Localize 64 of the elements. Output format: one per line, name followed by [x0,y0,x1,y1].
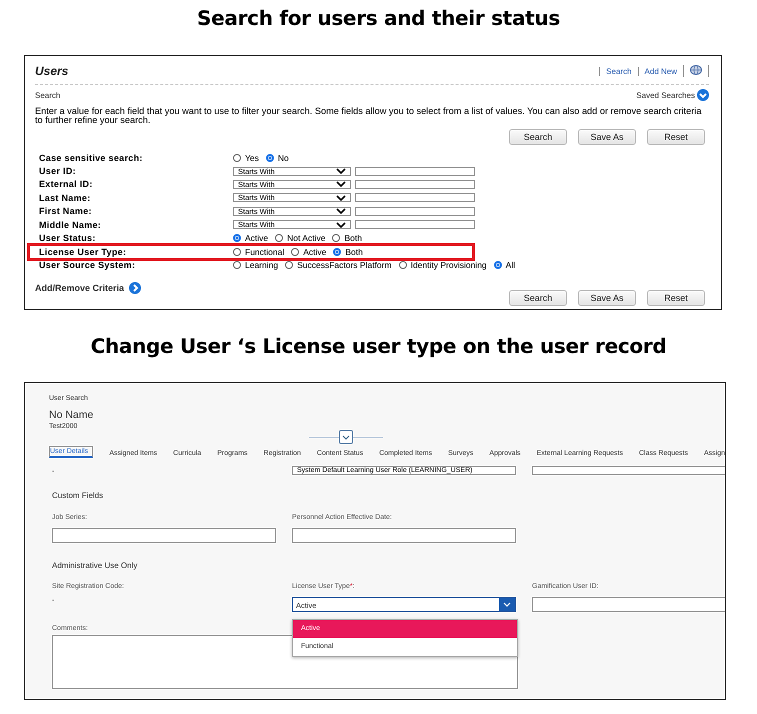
radio-button[interactable] [494,261,502,270]
criteria-label: User Status: [39,233,97,244]
section-title: Administrative Use Only [52,561,138,570]
option-label: Learning [245,260,278,270]
expand-button[interactable] [339,430,353,444]
chevron-icon [342,434,350,440]
radio-button[interactable] [233,261,241,270]
input-field[interactable] [355,206,475,216]
option-label: SuccessFactors Platform [297,260,392,270]
saved-searches-link[interactable]: Saved Searches [636,90,695,100]
criteria-label: External ID: [39,179,94,190]
radio-button[interactable] [266,154,274,162]
section-title: Custom Fields [52,491,104,500]
input-field[interactable] [52,528,276,543]
option-label: Functional [245,246,284,257]
action-button[interactable]: Reset [647,129,705,145]
user-name: No Name [49,409,94,421]
radio-button[interactable] [291,248,300,256]
input-field[interactable] [532,597,725,612]
option-label: All [506,260,516,270]
input-field[interactable] [355,166,475,176]
action-button[interactable]: Save As [578,290,636,306]
option-label: Both [345,246,363,257]
criteria-label: User ID: [39,166,77,176]
criteria-label: Last Name: [39,192,92,203]
option-label: No [278,152,289,163]
input-field[interactable] [355,180,475,189]
input-field[interactable] [292,528,516,543]
chevron-icon [503,602,511,607]
section-label: Search [35,90,60,100]
criteria-label: User Source System: [39,260,136,270]
radio-button[interactable] [233,248,241,256]
header-link[interactable]: Search [599,66,638,76]
input-field[interactable] [355,193,475,202]
option-label: Identity Provisioning [410,260,487,270]
criteria-label: License User Type: [39,246,128,257]
header-link[interactable]: Add New [638,66,683,76]
radio-button[interactable] [332,234,340,242]
instructions: Enter a value for each field that you want to use to filter your search. Some fields allow you to select from a list of values. You can also add or remove search criteria to further refine your search. [35,107,702,125]
option-label: Not Active [287,233,326,244]
radio-button[interactable] [233,234,241,242]
action-button[interactable]: Search [509,290,567,306]
option-label: Active [245,233,268,244]
action-button[interactable]: Save As [578,129,636,145]
radio-button[interactable] [285,261,294,270]
radio-button[interactable] [333,248,342,256]
heading: Change User ‘s License user type on the user record [90,333,668,360]
radio-button[interactable] [233,154,241,162]
input-field[interactable] [532,466,725,475]
action-button[interactable]: Search [509,129,567,145]
criteria-label: Middle Name: [39,220,102,230]
criteria-label: Case sensitive search: [39,152,144,163]
input-field[interactable] [355,220,475,230]
action-button[interactable]: Reset [647,290,705,306]
radio-button[interactable] [275,234,284,242]
add-remove-link[interactable]: Add/Remove Criteria [35,283,124,294]
option-label: Both [344,233,362,244]
criteria-label: First Name: [39,206,93,216]
panel-title: Users [35,64,68,78]
option-label: Active [303,246,326,257]
radio-button[interactable] [398,261,407,270]
globe-icon[interactable] [690,65,702,75]
heading: Search for users and their status [196,5,561,32]
option-label: Yes [245,152,259,163]
